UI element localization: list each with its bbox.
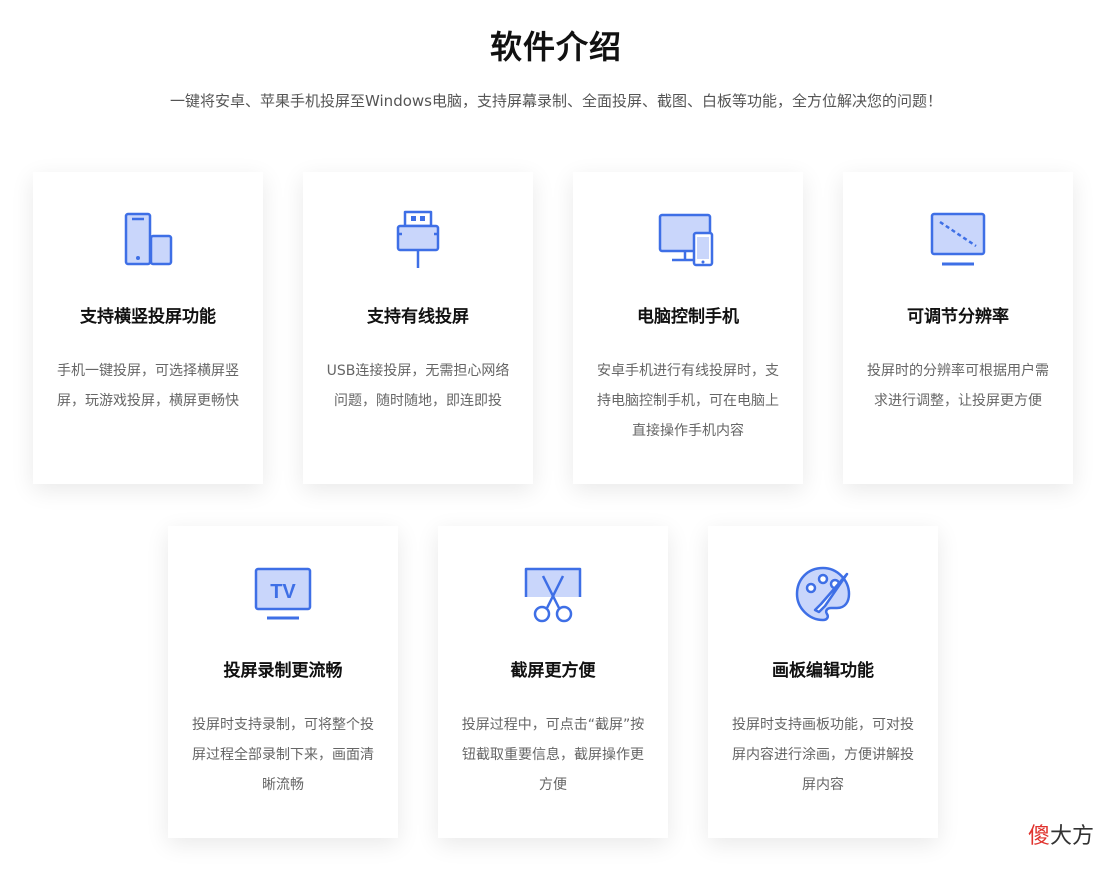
- card-title: 支持有线投屏: [367, 307, 469, 327]
- feature-card-resolution[interactable]: 可调节分辨率 投屏时的分辨率可根据用户需求进行调整，让投屏更方便: [843, 172, 1073, 484]
- tv-icon: TV: [253, 564, 313, 624]
- phone-rotate-icon: [118, 210, 178, 270]
- watermark-logo: 傻大方: [1028, 818, 1094, 850]
- watermark-red-char: 傻: [1027, 824, 1050, 849]
- watermark-text: 大方: [1049, 824, 1094, 849]
- feature-card-control[interactable]: 电脑控制手机 安卓手机进行有线投屏时，支持电脑控制手机，可在电脑上直接操作手机内…: [573, 172, 803, 484]
- card-description: 投屏过程中，可点击“截屏”按钮截取重要信息，截屏操作更方便: [461, 717, 645, 793]
- feature-card-screenshot[interactable]: 截屏更方便 投屏过程中，可点击“截屏”按钮截取重要信息，截屏操作更方便: [438, 526, 668, 838]
- card-title: 投屏录制更流畅: [223, 661, 343, 681]
- card-description: 手机一键投屏，可选择横屏竖屏，玩游戏投屏，横屏更畅快: [57, 363, 239, 409]
- card-title: 可调节分辨率: [907, 307, 1009, 327]
- usb-plug-icon: [388, 210, 448, 270]
- monitor-phone-icon: [658, 210, 718, 270]
- card-title: 支持横竖投屏功能: [80, 307, 216, 327]
- card-description: 投屏时的分辨率可根据用户需求进行调整，让投屏更方便: [867, 363, 1049, 409]
- section-title: 软件介绍: [489, 28, 622, 66]
- feature-card-rotate[interactable]: 支持横竖投屏功能 手机一键投屏，可选择横屏竖屏，玩游戏投屏，横屏更畅快: [33, 172, 263, 484]
- card-description: 投屏时支持画板功能，可对投屏内容进行涂画，方便讲解投屏内容: [732, 717, 914, 793]
- card-title: 截屏更方便: [510, 661, 596, 681]
- svg-text:TV: TV: [270, 581, 296, 603]
- card-title: 电脑控制手机: [637, 307, 739, 327]
- section-subtitle: 一键将安卓、苹果手机投屏至Windows电脑，支持屏幕录制、全面投屏、截图、白板…: [170, 92, 942, 110]
- card-description: 安卓手机进行有线投屏时，支持电脑控制手机，可在电脑上直接操作手机内容: [597, 363, 779, 439]
- card-title: 画板编辑功能: [772, 661, 874, 681]
- feature-card-wired[interactable]: 支持有线投屏 USB连接投屏，无需担心网络问题，随时随地，即连即投: [303, 172, 533, 484]
- card-description: USB连接投屏，无需担心网络问题，随时随地，即连即投: [326, 363, 510, 409]
- scissors-screen-icon: [523, 564, 583, 624]
- resolution-monitor-icon: [928, 210, 988, 270]
- feature-card-record[interactable]: TV 投屏录制更流畅 投屏时支持录制，可将整个投屏过程全部录制下来，画面清晰流畅: [168, 526, 398, 838]
- card-description: 投屏时支持录制，可将整个投屏过程全部录制下来，画面清晰流畅: [192, 717, 374, 793]
- feature-card-whiteboard[interactable]: 画板编辑功能 投屏时支持画板功能，可对投屏内容进行涂画，方便讲解投屏内容: [708, 526, 938, 838]
- palette-icon: [793, 564, 853, 624]
